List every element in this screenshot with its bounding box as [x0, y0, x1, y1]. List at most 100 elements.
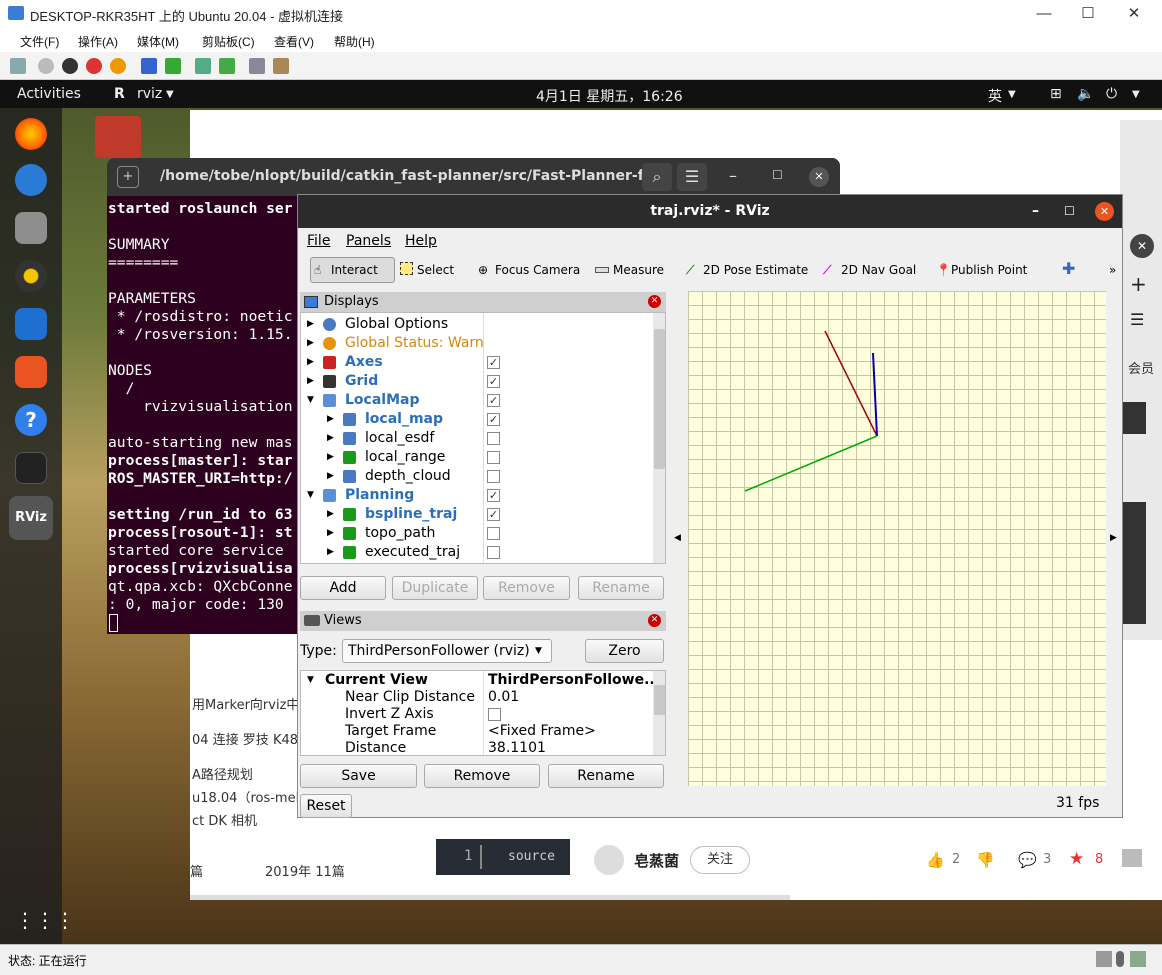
turn-off-icon[interactable]	[62, 58, 78, 74]
duplicate-display-button[interactable]: Duplicate	[392, 576, 478, 600]
toolbar-overflow-icon[interactable]: »	[1109, 263, 1116, 277]
collapse-right-icon[interactable]: ▶	[1110, 533, 1117, 543]
display-item-grid[interactable]: ▶ Grid ✓	[301, 372, 651, 391]
expand-arrow-icon[interactable]: ▶	[307, 334, 314, 353]
view-property-row[interactable]: Near Clip Distance 0.01	[301, 689, 651, 706]
tool-publish-point[interactable]: Publish Point	[951, 263, 1027, 277]
menu-help[interactable]: 帮助(H)	[334, 33, 375, 50]
menu-media[interactable]: 媒体(M)	[137, 33, 179, 50]
display-item-topo-path[interactable]: ▶ topo_path	[301, 524, 651, 543]
follow-button[interactable]: 关注	[690, 846, 750, 874]
hamburger-menu-icon[interactable]: ☰	[677, 163, 707, 191]
tool-measure[interactable]: Measure	[613, 263, 664, 277]
article-link[interactable]: 用Marker向rviz中	[192, 694, 299, 713]
display-item-local-esdf[interactable]: ▶ local_esdf	[301, 429, 651, 448]
display-item-localmap[interactable]: ▼ LocalMap ✓	[301, 391, 651, 410]
rename-view-button[interactable]: Rename	[548, 764, 664, 788]
archive-year[interactable]: 2019年 11篇	[265, 861, 345, 880]
display-item-axes[interactable]: ▶ Axes ✓	[301, 353, 651, 372]
display-item-global-options[interactable]: ▶ Global Options	[301, 315, 651, 334]
maximize-icon[interactable]: ☐	[1064, 195, 1075, 228]
plus-icon[interactable]: +	[1130, 272, 1147, 296]
view-property-row[interactable]: Distance 38.1101	[301, 740, 651, 755]
enable-checkbox[interactable]: ✓	[487, 413, 500, 426]
tool-2d-pose-estimate[interactable]: 2D Pose Estimate	[703, 263, 808, 277]
expand-arrow-icon[interactable]: ▶	[327, 448, 334, 467]
firefox-icon[interactable]	[15, 118, 47, 150]
close-panel-icon[interactable]: ✕	[648, 295, 661, 308]
tool-select[interactable]: Select	[417, 263, 454, 277]
rename-display-button[interactable]: Rename	[578, 576, 664, 600]
app-menu-icon[interactable]: R	[114, 86, 125, 102]
menu-panels[interactable]: Panels	[346, 233, 391, 249]
menu-action[interactable]: 操作(A)	[78, 33, 118, 50]
remove-display-button[interactable]: Remove	[483, 576, 570, 600]
star-icon[interactable]: ★	[1069, 849, 1084, 869]
view-property-row[interactable]: Invert Z Axis	[301, 706, 651, 723]
terminal-icon[interactable]	[15, 452, 47, 484]
enable-checkbox[interactable]	[487, 546, 500, 559]
ctrl-alt-del-icon[interactable]	[10, 58, 26, 74]
3d-viewport[interactable]	[688, 291, 1106, 786]
display-item-executed-traj[interactable]: ▶ executed_traj	[301, 543, 651, 562]
view-property-row[interactable]: ▼ Current View ThirdPersonFollowe...	[301, 672, 660, 689]
new-tab-icon[interactable]: +	[117, 166, 139, 188]
view-properties-scrollbar[interactable]	[653, 671, 665, 755]
enable-checkbox[interactable]: ✓	[487, 394, 500, 407]
close-icon[interactable]: ✕	[809, 167, 829, 187]
checkpoint-icon[interactable]	[195, 58, 211, 74]
add-display-button[interactable]: Add	[300, 576, 386, 600]
activities-button[interactable]: Activities	[17, 86, 81, 102]
clock[interactable]: 4月1日 星期五，16:26	[536, 86, 683, 106]
enable-checkbox[interactable]: ✓	[487, 356, 500, 369]
zero-button[interactable]: Zero	[585, 639, 664, 663]
displays-scrollbar[interactable]	[653, 313, 665, 563]
author-avatar[interactable]	[594, 845, 624, 875]
expand-arrow-icon[interactable]: ▶	[327, 429, 334, 448]
share-icon[interactable]	[273, 58, 289, 74]
invert-z-checkbox[interactable]	[488, 708, 501, 721]
display-item-planning[interactable]: ▼ Planning ✓	[301, 486, 651, 505]
maximize-icon[interactable]: ☐	[772, 168, 783, 182]
collect-icon[interactable]	[1122, 849, 1142, 867]
view-property-row[interactable]: Target Frame <Fixed Frame>	[301, 723, 651, 740]
add-tool-icon[interactable]: ✚	[1062, 259, 1075, 278]
menu-view[interactable]: 查看(V)	[274, 33, 314, 50]
enable-checkbox[interactable]: ✓	[487, 375, 500, 388]
menu-help[interactable]: Help	[405, 233, 437, 249]
search-icon[interactable]: ⌕	[642, 163, 672, 191]
display-item-global-status-warn[interactable]: ▶ Global Status: Warn	[301, 334, 651, 353]
save-view-button[interactable]: Save	[300, 764, 417, 788]
network-icon[interactable]: ⊞	[1050, 86, 1062, 102]
rviz-icon[interactable]: RViz	[9, 496, 53, 540]
enable-checkbox[interactable]	[487, 432, 500, 445]
software-icon[interactable]	[15, 356, 47, 388]
revert-icon[interactable]	[219, 58, 235, 74]
expand-arrow-icon[interactable]: ▶	[307, 372, 314, 391]
menu-file[interactable]: File	[307, 233, 330, 249]
shutdown-icon[interactable]	[86, 58, 102, 74]
volume-icon[interactable]: 🔈	[1077, 86, 1094, 102]
menu-file[interactable]: 文件(F)	[20, 33, 59, 50]
enable-checkbox[interactable]: ✓	[487, 508, 500, 521]
horizontal-scrollbar[interactable]	[190, 895, 790, 900]
home-folder-icon[interactable]	[95, 116, 141, 158]
display-item-local-range[interactable]: ▶ local_range	[301, 448, 651, 467]
enable-checkbox[interactable]	[487, 470, 500, 483]
close-button[interactable]: ✕	[1112, 2, 1156, 26]
menu-clipboard[interactable]: 剪贴板(C)	[202, 33, 255, 50]
enhanced-session-icon[interactable]	[249, 58, 265, 74]
app-grid-icon[interactable]: ⋮⋮⋮	[15, 904, 75, 936]
hamburger-icon[interactable]: ☰	[1130, 310, 1144, 329]
maximize-button[interactable]: ☐	[1066, 2, 1110, 26]
tool-2d-nav-goal[interactable]: 2D Nav Goal	[841, 263, 916, 277]
input-method[interactable]: 英	[988, 86, 1002, 106]
terminal-output[interactable]: started roslaunch ser SUMMARY ======== PARA…	[108, 200, 293, 614]
power-icon[interactable]	[110, 58, 126, 74]
minimize-icon[interactable]: –	[729, 166, 737, 185]
article-link[interactable]: ct DK 相机	[192, 810, 257, 829]
collapse-left-icon[interactable]: ◀	[674, 533, 681, 543]
expand-arrow-icon[interactable]: ▶	[327, 505, 334, 524]
expand-arrow-icon[interactable]: ▶	[307, 315, 314, 334]
expand-arrow-icon[interactable]: ▶	[327, 410, 334, 429]
